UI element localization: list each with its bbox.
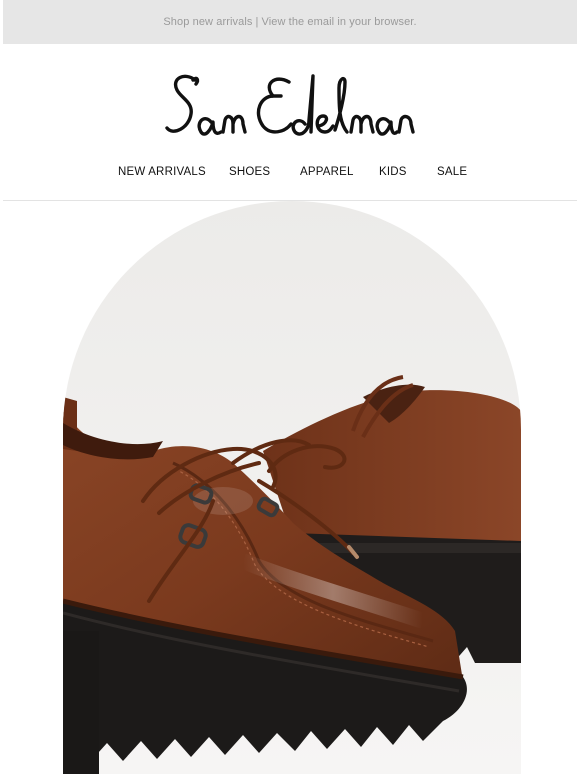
- email-page: Shop new arrivals | View the email in yo…: [3, 0, 577, 774]
- nav-shoes[interactable]: SHOES: [229, 166, 270, 178]
- nav-sale[interactable]: SALE: [437, 166, 467, 178]
- hero-image-arch[interactable]: [63, 201, 521, 774]
- brown-platform-loafer-image: [63, 201, 521, 774]
- nav-apparel[interactable]: APPAREL: [300, 166, 354, 178]
- view-in-browser-link[interactable]: View the email in your browser.: [261, 16, 416, 28]
- preheader-bar: Shop new arrivals | View the email in yo…: [3, 0, 577, 44]
- main-navigation: NEW ARRIVALS SHOES APPAREL KIDS SALE: [3, 166, 577, 188]
- sam-edelman-logo[interactable]: [163, 66, 417, 146]
- nav-kids[interactable]: KIDS: [379, 166, 407, 178]
- preheader-separator: |: [255, 16, 259, 28]
- logo-script-graphic: [165, 74, 415, 136]
- shop-new-arrivals-link[interactable]: Shop new arrivals: [163, 16, 252, 28]
- nav-new-arrivals[interactable]: NEW ARRIVALS: [118, 166, 206, 178]
